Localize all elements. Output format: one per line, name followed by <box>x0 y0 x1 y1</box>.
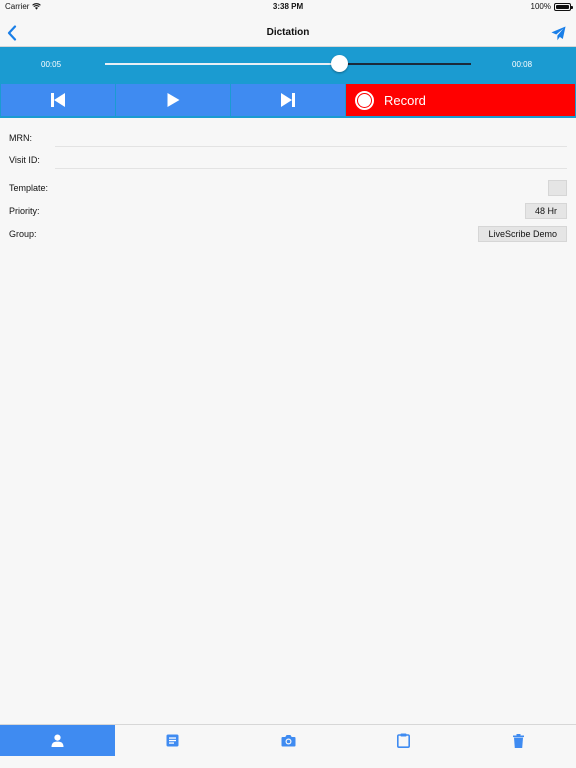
template-label: Template: <box>9 183 49 193</box>
priority-selector[interactable]: 48 Hr <box>524 203 567 219</box>
skip-back-button[interactable] <box>1 84 115 116</box>
paper-plane-icon <box>551 26 566 41</box>
tab-notes[interactable] <box>115 725 230 756</box>
status-bar: Carrier 3:38 PM 100% <box>0 0 576 14</box>
clipboard-icon <box>396 733 410 748</box>
skip-to-end-icon <box>281 93 295 107</box>
person-icon <box>51 734 64 747</box>
camera-icon <box>281 735 295 747</box>
seek-thumb[interactable] <box>330 55 348 72</box>
elapsed-time: 00:05 <box>41 60 62 69</box>
record-icon <box>355 90 374 110</box>
page-title: Dictation <box>266 27 310 38</box>
play-button[interactable] <box>116 84 230 116</box>
trash-icon <box>512 733 524 748</box>
group-selector[interactable]: LiveScribe Demo <box>478 226 567 242</box>
visit-id-input[interactable] <box>55 168 567 169</box>
play-icon <box>167 93 179 107</box>
record-button[interactable]: Record <box>346 84 575 116</box>
mrn-input[interactable] <box>55 146 567 147</box>
template-selector[interactable] <box>548 180 567 196</box>
tab-clipboard[interactable] <box>346 725 461 756</box>
seek-progress <box>105 63 340 65</box>
skip-forward-button[interactable] <box>231 84 345 116</box>
audio-player: 00:05 00:08 Record <box>0 47 576 118</box>
document-icon <box>166 734 179 747</box>
seek-slider[interactable] <box>105 63 471 65</box>
tab-bar <box>0 724 576 756</box>
battery-percent: 100% <box>530 2 551 11</box>
record-label: Record <box>384 92 426 108</box>
priority-label: Priority: <box>9 206 40 216</box>
duration-time: 00:08 <box>512 60 533 69</box>
skip-to-start-icon <box>51 93 65 107</box>
tab-patient[interactable] <box>0 725 116 756</box>
battery-icon <box>554 2 573 11</box>
mrn-label: MRN: <box>9 133 32 143</box>
visit-id-label: Visit ID: <box>9 155 40 165</box>
tab-camera[interactable] <box>230 725 345 756</box>
group-label: Group: <box>9 229 37 239</box>
status-time: 3:38 PM <box>272 2 304 11</box>
send-button[interactable] <box>551 26 567 42</box>
navigation-bar: Dictation <box>0 14 576 47</box>
tab-delete[interactable] <box>461 725 576 756</box>
